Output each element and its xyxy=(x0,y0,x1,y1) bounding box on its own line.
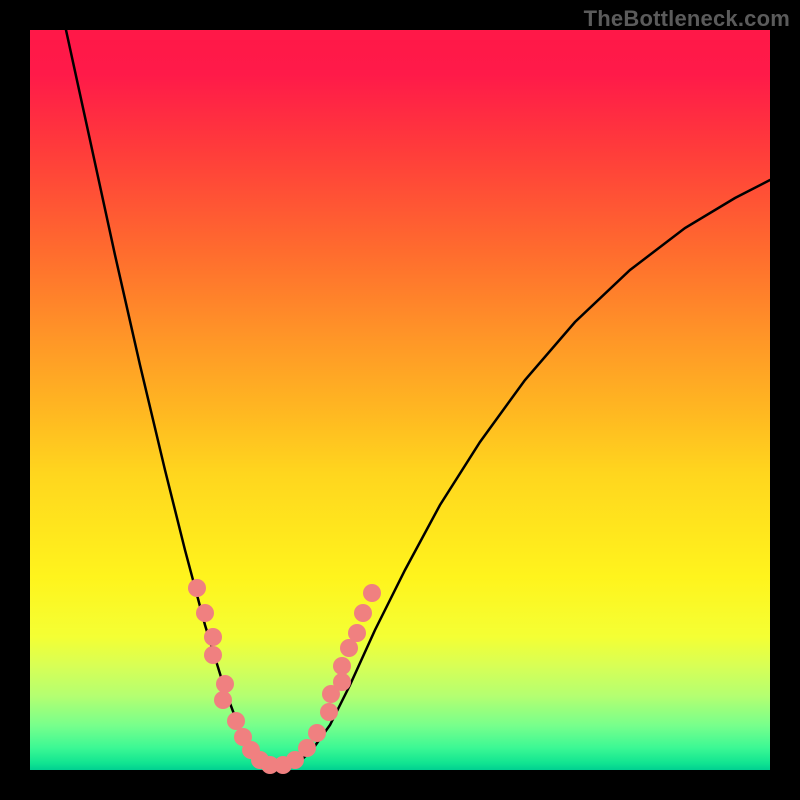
curve-line xyxy=(66,30,770,768)
scatter-dot xyxy=(308,724,326,742)
scatter-dot xyxy=(196,604,214,622)
scatter-dots xyxy=(188,579,381,774)
scatter-dot xyxy=(333,673,351,691)
chart-plot-area xyxy=(30,30,770,770)
scatter-dot xyxy=(298,739,316,757)
chart-frame: TheBottleneck.com xyxy=(0,0,800,800)
chart-svg xyxy=(30,30,770,770)
scatter-dot xyxy=(348,624,366,642)
watermark-text: TheBottleneck.com xyxy=(584,6,790,32)
scatter-dot xyxy=(333,657,351,675)
scatter-dot xyxy=(227,712,245,730)
scatter-dot xyxy=(216,675,234,693)
scatter-dot xyxy=(204,646,222,664)
scatter-dot xyxy=(320,703,338,721)
scatter-dot xyxy=(204,628,222,646)
scatter-dot xyxy=(188,579,206,597)
scatter-dot xyxy=(354,604,372,622)
scatter-dot xyxy=(363,584,381,602)
scatter-dot xyxy=(214,691,232,709)
